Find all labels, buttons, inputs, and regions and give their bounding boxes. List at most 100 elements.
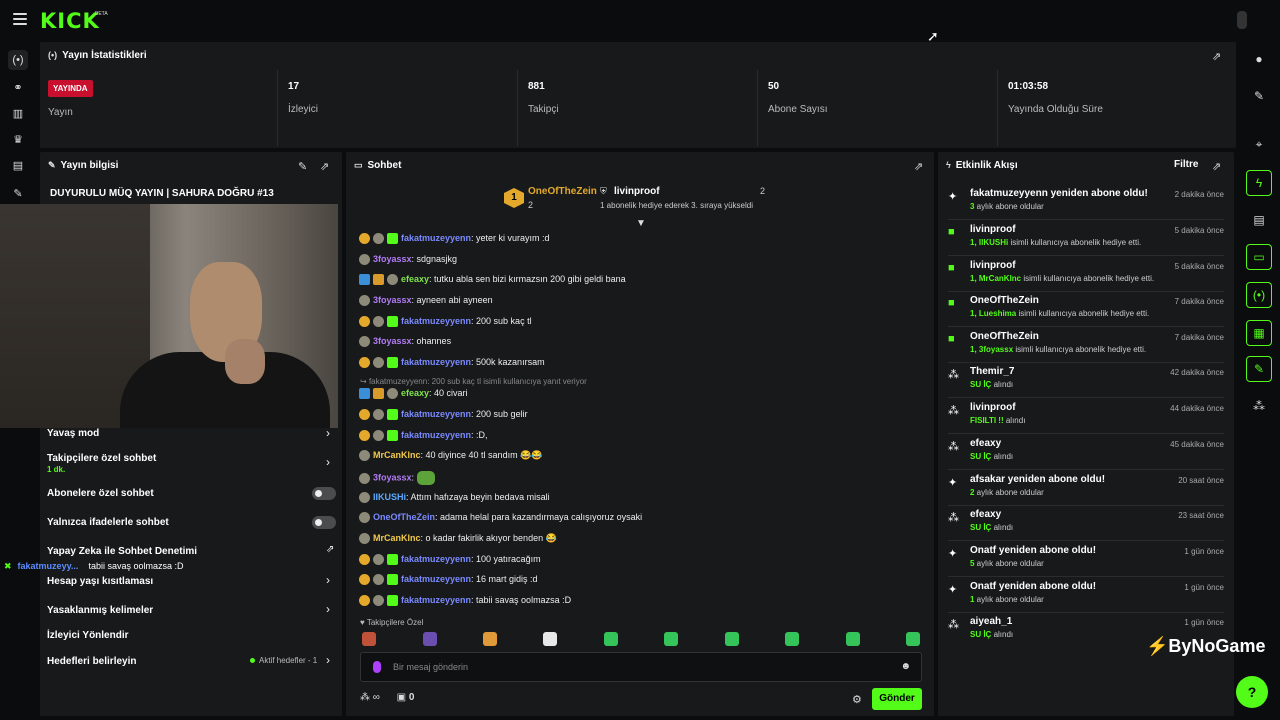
emoji-icon[interactable]: ☻: [900, 661, 911, 672]
emote[interactable]: [664, 632, 678, 646]
activity-detail: 3 aylık abone oldular: [970, 202, 1044, 211]
video-icon[interactable]: ▤: [8, 156, 28, 176]
chat-message[interactable]: 3foyassx: ohannes: [359, 336, 451, 348]
chat-message[interactable]: 3foyassx: sdgnasjkg: [359, 254, 457, 266]
chat-message[interactable]: OneOfTheZein: adama helal para kazandırm…: [359, 512, 642, 524]
wrench-icon[interactable]: ✎: [1246, 356, 1272, 382]
points-icon[interactable]: ⁂: [360, 692, 373, 703]
chat-message[interactable]: MrCanKlnc: 40 diyince 40 tl sandım 😂😂: [359, 450, 542, 462]
activity-name: afsakar yeniden abone oldu!: [970, 474, 1106, 485]
popout-icon[interactable]: ⇗: [320, 160, 329, 173]
gift-icon: ■: [948, 226, 955, 238]
chat-message[interactable]: IIKUSHi: Attım hafızaya beyin bedava mis…: [359, 492, 550, 504]
emote[interactable]: [906, 632, 920, 646]
send-button[interactable]: Gönder: [872, 688, 922, 710]
chat-message[interactable]: efeaxy: tutku abla sen bizi kırmazsın 20…: [359, 274, 626, 286]
chart-icon[interactable]: ▥: [8, 104, 28, 124]
activity-name: OneOfTheZein: [970, 331, 1039, 342]
chat-message[interactable]: 3foyassx: ayneen abi ayneen: [359, 295, 493, 307]
avatar[interactable]: [1237, 11, 1247, 29]
microphone-icon[interactable]: [373, 661, 381, 673]
emote[interactable]: [423, 632, 437, 646]
followers-only-label: Takipçilere özel sohbet: [47, 453, 157, 464]
stream-title: DUYURULU MÜQ YAYIN | SAHURA DOĞRU #13: [50, 188, 274, 199]
chat-message[interactable]: fakatmuzeyyenn: 100 yatıracağım: [359, 554, 541, 566]
chevron-right-icon[interactable]: ›: [326, 602, 330, 616]
activity-item: ■ OneOfTheZein 1, 3foyassx isimli kullanıc…: [948, 329, 1224, 363]
chevron-right-icon[interactable]: ›: [326, 653, 330, 667]
layout-icon[interactable]: ▦: [1246, 320, 1272, 346]
notes-icon[interactable]: ▤: [1246, 208, 1272, 234]
popout-icon[interactable]: ⇗: [1212, 160, 1221, 173]
chat-input[interactable]: Bir mesaj gönderin ☻: [360, 652, 922, 682]
broadcast-icon: (•): [48, 50, 58, 60]
activity-item: ✦ afsakar yeniden abone oldu! 2 aylık abon…: [948, 472, 1224, 506]
chat-message[interactable]: fakatmuzeyyenn: 200 sub kaç tl: [359, 316, 532, 328]
chat-message[interactable]: fakatmuzeyyenn: 16 mart gidiş :d: [359, 574, 538, 586]
focus-icon[interactable]: ⌖: [1246, 132, 1272, 158]
live-badge: YAYINDA: [48, 80, 93, 97]
broadcast-icon[interactable]: (•): [8, 50, 28, 70]
chevron-right-icon[interactable]: ›: [326, 455, 330, 469]
activity-name: Onatf yeniden abone oldu!: [970, 545, 1097, 556]
popout-icon[interactable]: ⇗: [914, 160, 923, 173]
emote[interactable]: [604, 632, 618, 646]
chat-message[interactable]: 3foyassx:: [359, 471, 435, 485]
activity-time: 1 gün önce: [1184, 583, 1224, 592]
menu-icon[interactable]: [13, 13, 27, 25]
chat-message[interactable]: fakatmuzeyyenn: 200 sub gelir: [359, 409, 528, 421]
store-icon[interactable]: ▣: [397, 692, 409, 703]
sparkle-icon: ✦: [948, 477, 958, 489]
chevron-right-icon[interactable]: ›: [326, 426, 330, 440]
panel-title: ▭ Sohbet: [354, 160, 401, 171]
activity-title: Etkinlik Akışı: [955, 160, 1018, 171]
external-link-icon[interactable]: ⇗: [326, 544, 334, 555]
kick-logo[interactable]: KICK: [40, 9, 100, 33]
lightning-icon: ϟ: [946, 160, 951, 170]
chat-overlay-message: ✖ fakatmuzeyy... tabii savaş oolmazsa :D: [4, 561, 183, 572]
emote[interactable]: [785, 632, 799, 646]
emote[interactable]: [725, 632, 739, 646]
chat-message[interactable]: efeaxy: 40 civari: [359, 388, 468, 400]
edit-icon[interactable]: ✎: [298, 160, 307, 173]
lightning-icon[interactable]: ϟ: [1246, 170, 1272, 196]
emote[interactable]: [846, 632, 860, 646]
chat-icon[interactable]: ▭: [1246, 244, 1272, 270]
activity-name: aiyeah_1: [970, 616, 1013, 627]
activity-time: 7 dakika önce: [1174, 297, 1224, 306]
stat-viewers: 17 İzleyici: [277, 70, 517, 146]
activity-feed-panel: ϟ Etkinlik Akışı Filtre ⇗ ✦ fakatmuzeyyenn…: [938, 152, 1234, 716]
points-icon: ⁂: [948, 405, 959, 417]
edit-icon[interactable]: ✎: [1246, 84, 1272, 110]
link-icon[interactable]: ⚭: [8, 78, 28, 98]
activity-detail: 1, Lueshima isimli kullanıcıya abonelik …: [970, 309, 1150, 318]
emotes-only-toggle[interactable]: [312, 516, 336, 529]
filter-button[interactable]: Filtre: [1174, 159, 1198, 170]
chat-message[interactable]: fakatmuzeyyenn: :D,: [359, 430, 488, 442]
emote[interactable]: [483, 632, 497, 646]
activity-detail: 1, IIKUSHi isimli kullanıcıya abonelik h…: [970, 238, 1142, 247]
emote[interactable]: [362, 632, 376, 646]
activity-item: ⁂ Themir_7 SU İÇ alındı 42 dakika önce: [948, 364, 1224, 398]
subscribers-only-toggle[interactable]: [312, 487, 336, 500]
collapse-icon[interactable]: ▼: [636, 218, 646, 229]
points-icon[interactable]: ⁂: [1246, 394, 1272, 420]
popout-icon[interactable]: ⇗: [1212, 50, 1221, 63]
wrench-icon[interactable]: ✎: [8, 184, 28, 204]
top-bar: KICK BETA ➚: [0, 0, 1280, 44]
chat-message[interactable]: fakatmuzeyyenn: tabii savaş oolmazsa :D: [359, 595, 571, 607]
help-icon[interactable]: ?: [1236, 676, 1268, 708]
chevron-right-icon[interactable]: ›: [326, 573, 330, 587]
info-icon[interactable]: ●: [1246, 47, 1272, 73]
activity-name: Themir_7: [970, 366, 1015, 377]
chat-message[interactable]: MrCanKlnc: o kadar fakirlik akıyor bende…: [359, 533, 557, 545]
trophy-icon[interactable]: ♛: [8, 130, 28, 150]
chat-message[interactable]: fakatmuzeyyenn: 500k kazanırsam: [359, 357, 545, 369]
settings-icon[interactable]: ⚙: [852, 693, 862, 706]
chat-panel: ▭ Sohbet ⇗ 1 OneOfTheZein 2 ⛨ livinproof …: [346, 152, 934, 716]
emote[interactable]: [543, 632, 557, 646]
broadcast-icon[interactable]: (•): [1246, 282, 1272, 308]
redirect-viewers-label[interactable]: İzleyici Yönlendir: [47, 630, 129, 641]
gift-icon: ✖: [4, 561, 12, 571]
chat-message[interactable]: fakatmuzeyyenn: yeter ki vurayım :d: [359, 233, 550, 245]
